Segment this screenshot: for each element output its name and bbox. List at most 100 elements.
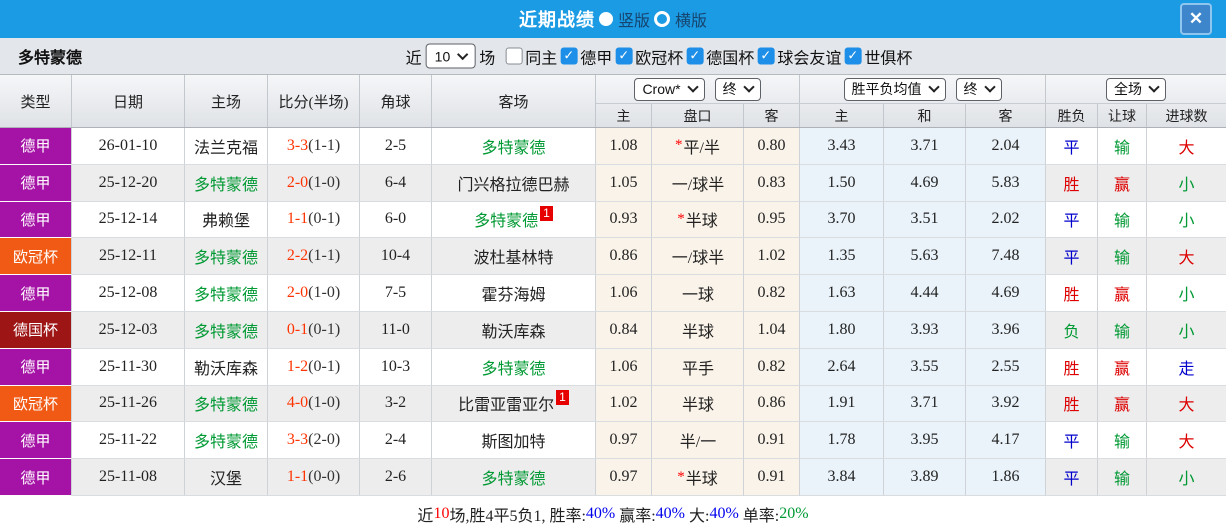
recent-results-window: 近期战绩 竖版 横版 多特蒙德 近 10 场 同主: [0, 0, 1226, 532]
home-team: 多特蒙德: [185, 164, 268, 202]
home-team: 弗赖堡: [185, 201, 268, 239]
odds-time-select-1[interactable]: 终: [714, 77, 761, 101]
col-header-away: 客场: [432, 75, 596, 127]
subheader-result: 胜负: [1046, 104, 1098, 127]
table-row: 德甲 25-11-22 多特蒙德 3-3 (2-0) 2-4 斯图加特 0.97 …: [0, 422, 1226, 460]
avg-draw: 5.63: [884, 238, 966, 276]
checkbox-label: 球会友谊: [777, 50, 842, 67]
line-star: *: [677, 468, 685, 485]
league-filter-checkbox[interactable]: 同主: [505, 44, 557, 68]
league-filter-checkbox[interactable]: 世俱杯: [844, 44, 912, 68]
handicap-verdict: 输: [1098, 422, 1147, 460]
handicap-verdict: 输: [1098, 459, 1147, 496]
score-cell: 3-3 (1-1): [268, 128, 360, 165]
score-cell: 3-3 (2-0): [268, 422, 360, 460]
avg-home: 3.70: [800, 201, 884, 239]
result-verdict: 平: [1046, 128, 1098, 165]
handicap-dropdown-group: Crow* 终: [596, 75, 800, 104]
ah-away-odds: 0.86: [744, 385, 800, 423]
match-date: 25-12-14: [72, 201, 185, 239]
league-filter-checkbox[interactable]: 德甲: [560, 44, 612, 68]
goals-verdict: 小: [1147, 164, 1226, 202]
scope-select[interactable]: 全场: [1106, 77, 1166, 101]
league-badge: 德甲: [0, 164, 72, 202]
layout-radio-horizontal[interactable]: 横版: [654, 7, 707, 31]
fulltime-score: 2-0: [286, 173, 309, 191]
table-row: 欧冠杯 25-11-26 多特蒙德 4-0 (1-0) 3-2 比雷亚雷亚尔 1 1…: [0, 385, 1226, 423]
odds-time-value-2: 终: [963, 81, 978, 98]
avg-draw: 4.69: [884, 164, 966, 202]
ah-away-odds: 0.95: [744, 201, 800, 239]
table-body: 德甲 26-01-10 法兰克福 3-3 (1-1) 2-5 多特蒙德 1.08 …: [0, 128, 1226, 496]
match-date: 25-11-26: [72, 385, 185, 423]
halftime-score: (1-0): [308, 284, 341, 302]
corners: 10-4: [360, 238, 432, 276]
layout-radio-vertical[interactable]: 竖版: [598, 7, 650, 31]
score-cell: 1-2 (0-1): [268, 348, 360, 386]
checkbox-label: 世俱杯: [864, 50, 913, 67]
table-row: 德甲 26-01-10 法兰克福 3-3 (1-1) 2-5 多特蒙德 1.08 …: [0, 128, 1226, 165]
avg-home: 3.43: [800, 128, 884, 165]
filterbar: 多特蒙德 近 10 场 同主 德甲 欧冠杯 德国杯 球会友谊 世俱杯: [0, 38, 1226, 75]
corners: 11-0: [360, 311, 432, 349]
team-label: 多特蒙德: [193, 434, 258, 452]
avg-odds-select[interactable]: 胜平负均值: [843, 77, 946, 101]
ah-line: 半/一: [679, 434, 717, 452]
summary-part: 近: [417, 507, 434, 525]
corners: 2-6: [360, 459, 432, 496]
team-label: 勒沃库森: [193, 360, 258, 378]
goals-verdict: 小: [1147, 311, 1226, 349]
ah-line: 一球: [681, 287, 714, 305]
team-label: 多特蒙德: [481, 360, 546, 378]
close-button[interactable]: [1180, 3, 1212, 35]
odds-company-select[interactable]: Crow*: [634, 77, 705, 101]
result-verdict: 胜: [1046, 385, 1098, 423]
avg-draw: 4.44: [884, 275, 966, 312]
match-date: 25-11-08: [72, 459, 185, 496]
team-label: 门兴格拉德巴赫: [457, 176, 570, 194]
window-title: 近期战绩: [518, 10, 595, 30]
home-team: 多特蒙德: [185, 311, 268, 349]
odds-time-select-2[interactable]: 终: [955, 77, 1002, 101]
avg-draw: 3.51: [884, 201, 966, 239]
handicap-verdict: 输: [1098, 238, 1147, 276]
corners: 2-4: [360, 422, 432, 460]
avg-home: 1.35: [800, 238, 884, 276]
ah-line-cell: 半/一: [652, 422, 744, 460]
league-filter-checkbox[interactable]: 球会友谊: [757, 44, 841, 68]
league-filter-checkbox[interactable]: 德国杯: [686, 44, 754, 68]
league-filter-checkbox[interactable]: 欧冠杯: [615, 44, 683, 68]
avg-draw: 3.95: [884, 422, 966, 460]
corners: 10-3: [360, 348, 432, 386]
halftime-score: (0-1): [308, 357, 341, 375]
handicap-verdict: 赢: [1098, 164, 1147, 202]
avg-draw: 3.71: [884, 128, 966, 165]
league-badge: 德甲: [0, 422, 72, 460]
avg-away: 3.96: [966, 311, 1046, 349]
result-verdict: 平: [1046, 238, 1098, 276]
team-label: 霍芬海姆: [481, 287, 546, 305]
team-label: 多特蒙德: [193, 287, 258, 305]
ah-home-odds: 0.93: [596, 201, 652, 239]
halftime-score: (0-1): [308, 210, 341, 228]
match-count-select[interactable]: 10: [425, 43, 476, 69]
league-badge: 德甲: [0, 348, 72, 386]
away-team: 门兴格拉德巴赫: [432, 164, 596, 202]
away-team: 多特蒙德: [432, 459, 596, 496]
ah-home-odds: 1.05: [596, 164, 652, 202]
checkbox-label: 德国杯: [706, 50, 755, 67]
fulltime-score: 4-0: [286, 394, 309, 412]
chevron-down-icon: [686, 81, 699, 93]
team-label: 多特蒙德: [481, 471, 546, 489]
away-team: 比雷亚雷亚尔 1: [432, 385, 596, 423]
avg-dropdown-group: 胜平负均值 终: [800, 75, 1046, 104]
team-name: 多特蒙德: [18, 50, 83, 67]
fulltime-score: 1-1: [286, 468, 309, 486]
avg-away: 3.92: [966, 385, 1046, 423]
chevron-down-icon: [927, 81, 940, 93]
halftime-score: (0-1): [308, 320, 341, 338]
chevron-down-icon: [983, 81, 996, 93]
avg-home: 1.50: [800, 164, 884, 202]
away-team: 勒沃库森: [432, 311, 596, 349]
result-verdict: 平: [1046, 201, 1098, 239]
